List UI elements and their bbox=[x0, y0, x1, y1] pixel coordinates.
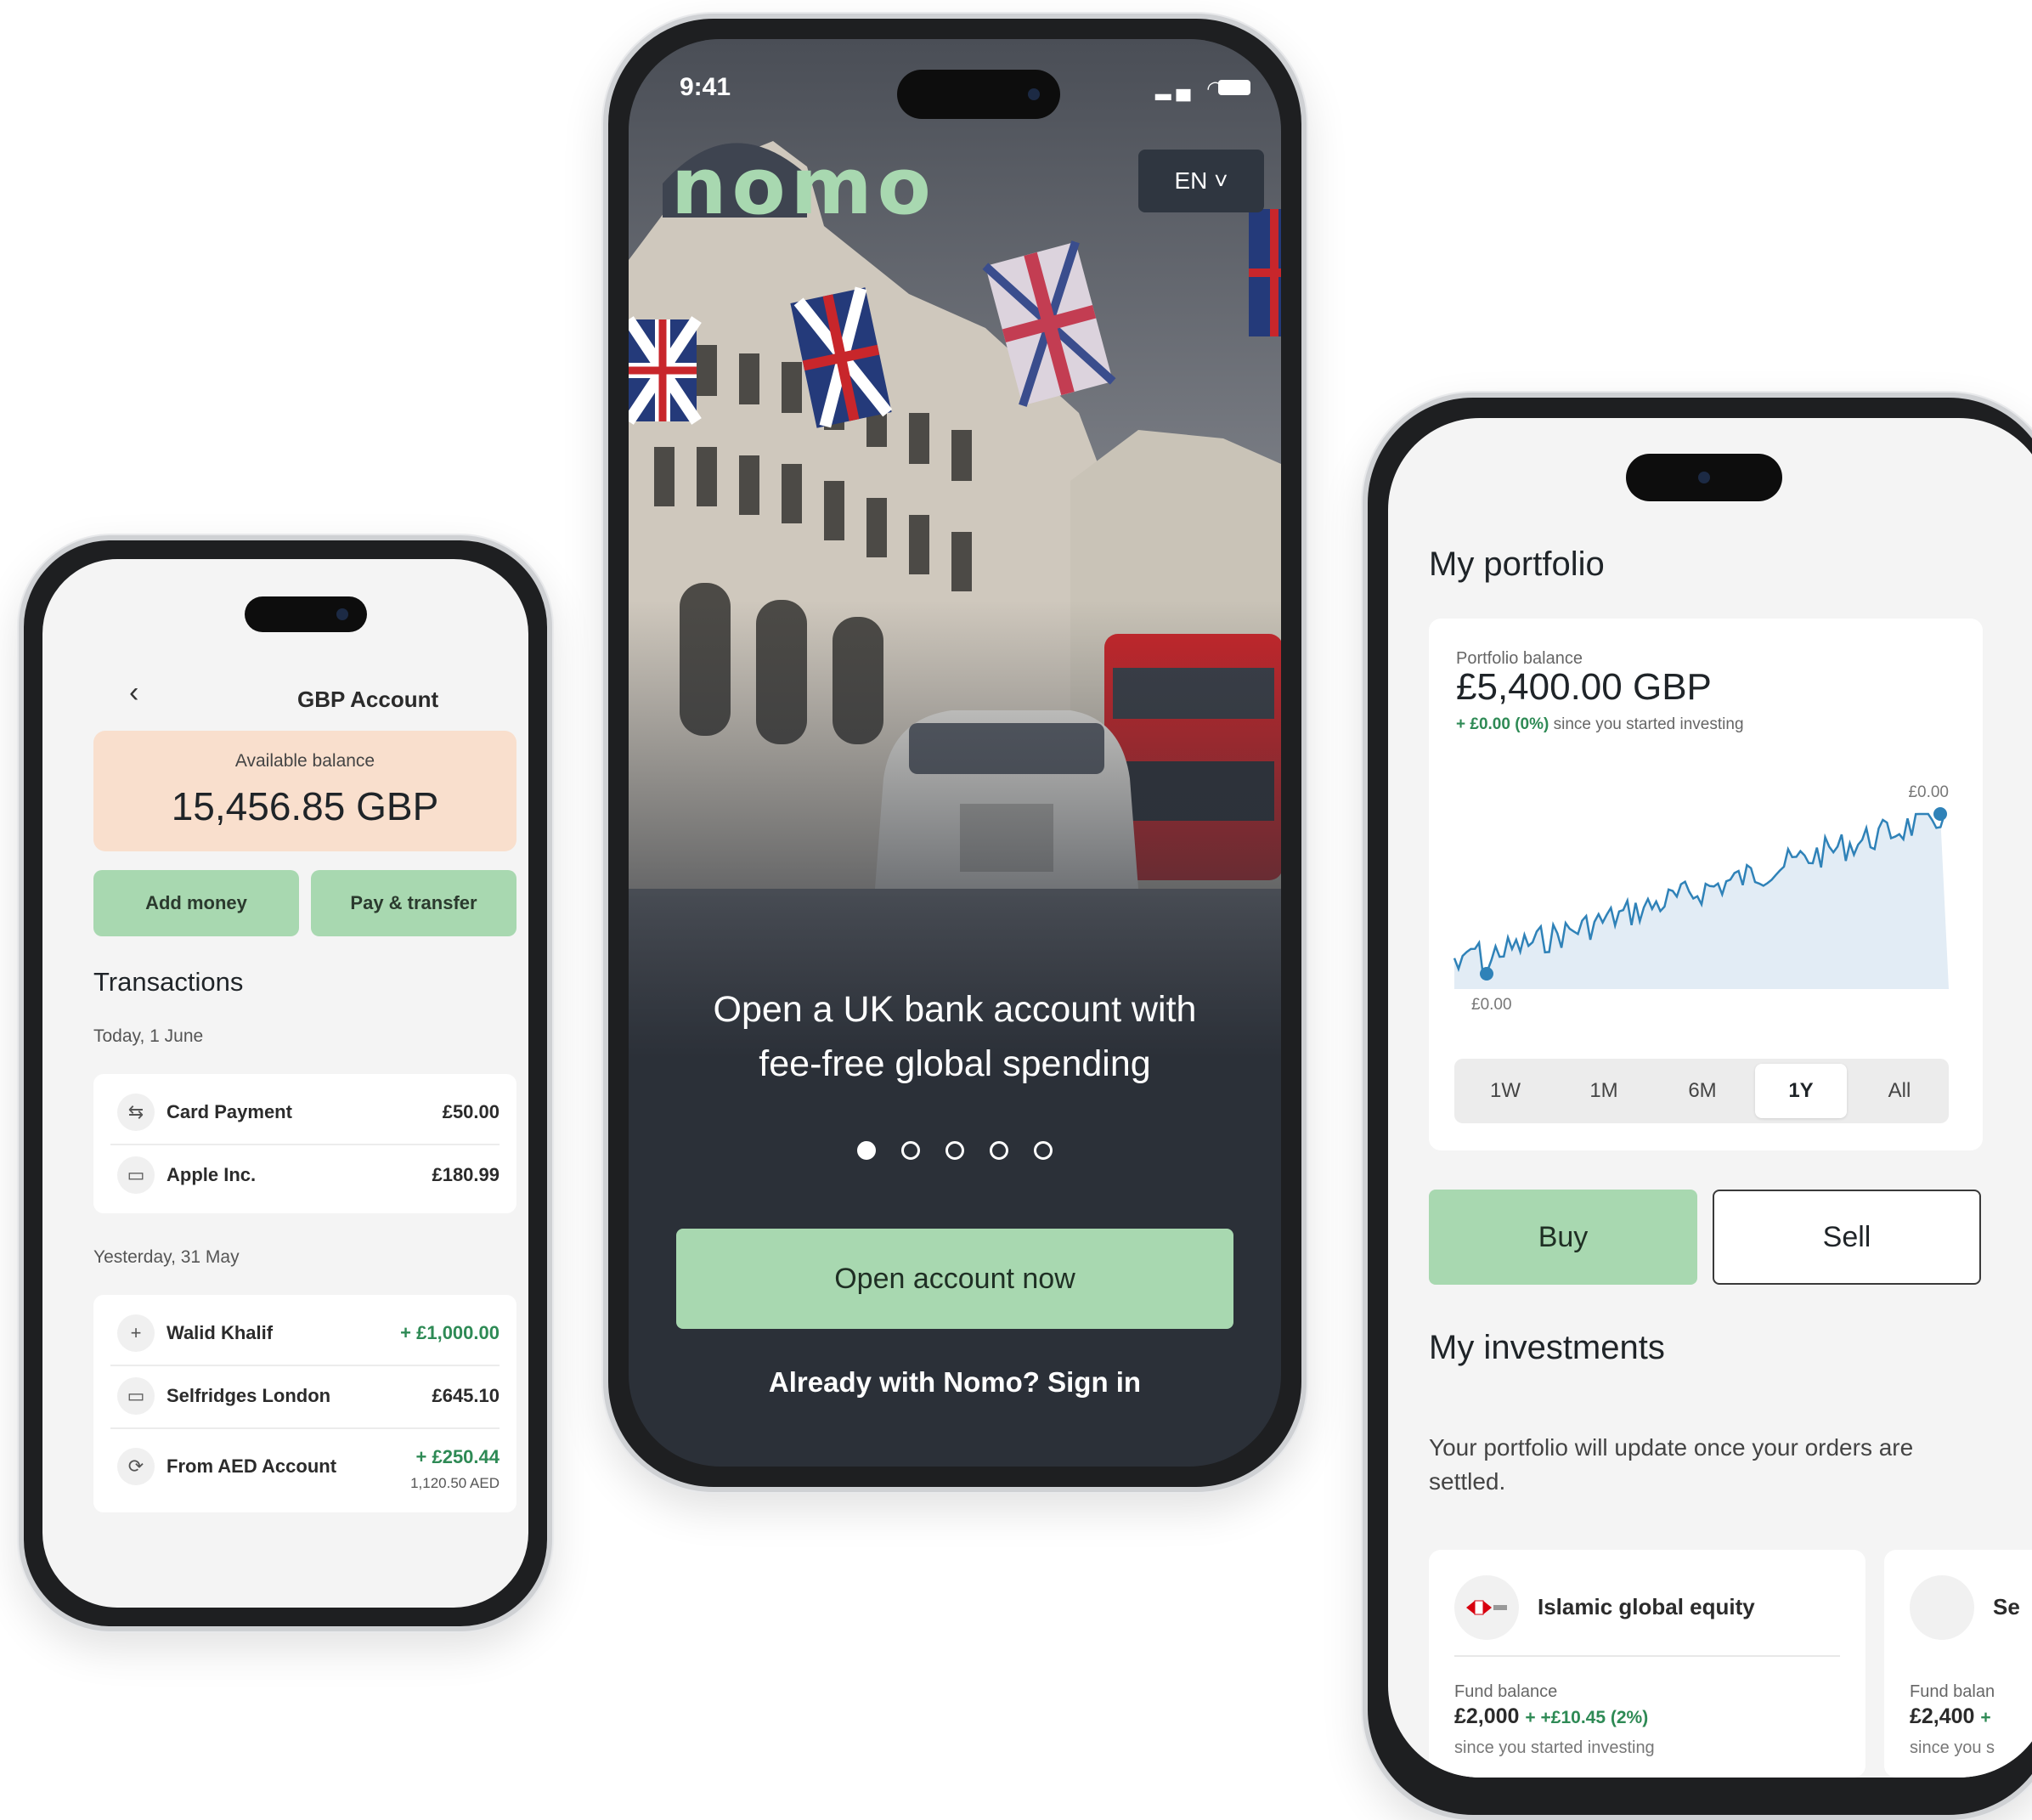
transaction-amount: + £250.44 bbox=[415, 1446, 500, 1467]
transaction-row[interactable]: ⟳ From AED Account + £250.44 1,120.50 AE… bbox=[110, 1427, 500, 1506]
sell-button[interactable]: Sell bbox=[1713, 1190, 1981, 1285]
balance-label: Available balance bbox=[234, 751, 375, 771]
change-text: since you started investing bbox=[1553, 715, 1744, 733]
fund-since: since you started investing bbox=[1454, 1738, 1655, 1757]
open-account-button[interactable]: Open account now bbox=[676, 1229, 1233, 1329]
range-1m[interactable]: 1M bbox=[1558, 1064, 1650, 1118]
center-phone: 9:41 ▂▄ ◠ nomo EN ˅ Open a UK bank accou… bbox=[603, 14, 1307, 1492]
exchange-icon: ⟳ bbox=[117, 1448, 155, 1485]
investment-name: Se bbox=[1993, 1594, 2020, 1619]
transaction-name: Card Payment bbox=[167, 1101, 292, 1122]
settlement-note: Your portfolio will update once your ord… bbox=[1429, 1434, 1914, 1495]
portfolio-chart: £0.00 £0.00 bbox=[1453, 783, 1949, 1014]
portfolio-screen: My portfolio Portfolio balance £5,400.00… bbox=[1388, 418, 2032, 1778]
fund-logo-icon bbox=[1910, 1575, 1974, 1640]
hsbc-hexagon-icon bbox=[1466, 1600, 1507, 1615]
card-icon: ▭ bbox=[117, 1377, 155, 1415]
dynamic-island bbox=[245, 596, 367, 632]
carousel-dot[interactable] bbox=[945, 1141, 964, 1160]
page-title: My portfolio bbox=[1429, 545, 1605, 583]
fund-balance-label: Fund balance bbox=[1454, 1682, 1558, 1701]
carousel-dot[interactable] bbox=[857, 1141, 876, 1160]
transactions-heading: Transactions bbox=[93, 967, 244, 997]
transaction-name: From AED Account bbox=[167, 1455, 337, 1477]
dynamic-island bbox=[1626, 454, 1782, 501]
range-1w[interactable]: 1W bbox=[1459, 1064, 1551, 1118]
left-phone: ‹ GBP Account Available balance 15,456.8… bbox=[19, 535, 552, 1631]
transaction-row[interactable]: ⇆ Card Payment £50.00 bbox=[110, 1081, 500, 1145]
range-all[interactable]: All bbox=[1854, 1064, 1945, 1118]
headline: Open a UK bank account with fee-free glo… bbox=[713, 989, 1197, 1084]
range-1y[interactable]: 1Y bbox=[1755, 1064, 1847, 1118]
fund-balance-value: £2,000 bbox=[1454, 1704, 1520, 1728]
transaction-sub-amount: 1,120.50 AED bbox=[410, 1475, 500, 1491]
chevron-left-icon[interactable]: ‹ bbox=[129, 676, 138, 709]
camera-icon bbox=[1698, 472, 1710, 483]
transaction-amount: £50.00 bbox=[442, 1101, 500, 1122]
camera-icon bbox=[1028, 88, 1040, 100]
carousel-indicator[interactable] bbox=[629, 1141, 1281, 1164]
page-title: GBP Account bbox=[297, 687, 439, 712]
investment-card[interactable]: Se Fund balan £2,400 + since you s bbox=[1884, 1550, 2032, 1778]
plus-icon: + bbox=[117, 1314, 155, 1352]
battery-icon bbox=[1218, 80, 1250, 95]
buy-button[interactable]: Buy bbox=[1429, 1190, 1697, 1285]
hsbc-logo-icon bbox=[1454, 1575, 1519, 1640]
divider bbox=[1454, 1655, 1840, 1657]
fund-change: + +£10.45 (2%) bbox=[1525, 1708, 1649, 1727]
language-selector[interactable]: EN ˅ bbox=[1138, 150, 1264, 212]
transaction-group: + Walid Khalif + £1,000.00 ▭ Selfridges … bbox=[93, 1295, 516, 1512]
portfolio-card: Portfolio balance £5,400.00 GBP + £0.00 … bbox=[1429, 619, 1983, 1150]
fund-balance-label: Fund balan bbox=[1910, 1682, 1995, 1701]
right-phone: My portfolio Portfolio balance £5,400.00… bbox=[1363, 393, 2032, 1820]
transaction-row[interactable]: ▭ Apple Inc. £180.99 bbox=[110, 1144, 500, 1207]
chart-low-label: £0.00 bbox=[1471, 996, 1512, 1014]
range-6m[interactable]: 6M bbox=[1657, 1064, 1748, 1118]
date-header: Yesterday, 31 May bbox=[93, 1247, 240, 1267]
fund-change: + bbox=[1980, 1708, 1991, 1727]
balance-value: 15,456.85 GBP bbox=[171, 784, 439, 828]
transaction-name: Selfridges London bbox=[167, 1385, 331, 1406]
transaction-row[interactable]: + Walid Khalif + £1,000.00 bbox=[110, 1302, 500, 1366]
transaction-amount: £645.10 bbox=[432, 1385, 500, 1406]
add-money-button[interactable]: Add money bbox=[93, 870, 299, 936]
range-selector: 1W 1M 6M 1Y All bbox=[1454, 1059, 1949, 1123]
carousel-dot[interactable] bbox=[901, 1141, 920, 1160]
fund-since: since you s bbox=[1910, 1738, 1995, 1757]
welcome-screen: 9:41 ▂▄ ◠ nomo EN ˅ Open a UK bank accou… bbox=[629, 39, 1281, 1467]
fund-balance: £2,400 + bbox=[1910, 1704, 1991, 1729]
transaction-name: Apple Inc. bbox=[167, 1164, 257, 1185]
transaction-amount: + £1,000.00 bbox=[400, 1322, 500, 1343]
investment-card[interactable]: Islamic global equity Fund balance £2,00… bbox=[1429, 1550, 1865, 1778]
investment-name: Islamic global equity bbox=[1538, 1594, 1755, 1619]
status-time: 9:41 bbox=[680, 73, 731, 101]
fund-balance-value: £2,400 bbox=[1910, 1704, 1975, 1728]
transaction-row[interactable]: ▭ Selfridges London £645.10 bbox=[110, 1365, 500, 1429]
portfolio-balance-value: £5,400.00 GBP bbox=[1456, 666, 1712, 708]
balance-card: Available balance 15,456.85 GBP bbox=[93, 731, 516, 851]
chart-high-label: £0.00 bbox=[1908, 783, 1949, 801]
card-icon: ▭ bbox=[117, 1156, 155, 1194]
portfolio-change: + £0.00 (0%) since you started investing bbox=[1456, 715, 1744, 734]
dynamic-island bbox=[897, 70, 1060, 119]
carousel-dot[interactable] bbox=[1034, 1141, 1053, 1160]
nomo-logo: nomo bbox=[671, 141, 936, 232]
change-value: + £0.00 (0%) bbox=[1456, 715, 1549, 733]
transaction-group: ⇆ Card Payment £50.00 ▭ Apple Inc. £180.… bbox=[93, 1074, 516, 1213]
chart-low-marker bbox=[1480, 967, 1493, 981]
fund-balance: £2,000 + +£10.45 (2%) bbox=[1454, 1704, 1648, 1729]
carousel-dot[interactable] bbox=[990, 1141, 1008, 1160]
transaction-name: Walid Khalif bbox=[167, 1322, 274, 1343]
date-header: Today, 1 June bbox=[93, 1026, 204, 1046]
investments-heading: My investments bbox=[1429, 1329, 1665, 1366]
camera-icon bbox=[336, 608, 348, 620]
chart-end-marker bbox=[1933, 807, 1947, 821]
transfer-arrows-icon: ⇆ bbox=[117, 1094, 155, 1131]
pay-transfer-button[interactable]: Pay & transfer bbox=[311, 870, 516, 936]
sign-in-link[interactable]: Already with Nomo? Sign in bbox=[629, 1366, 1281, 1399]
transaction-amount: £180.99 bbox=[432, 1164, 500, 1185]
gbp-account-screen: ‹ GBP Account Available balance 15,456.8… bbox=[42, 559, 528, 1608]
